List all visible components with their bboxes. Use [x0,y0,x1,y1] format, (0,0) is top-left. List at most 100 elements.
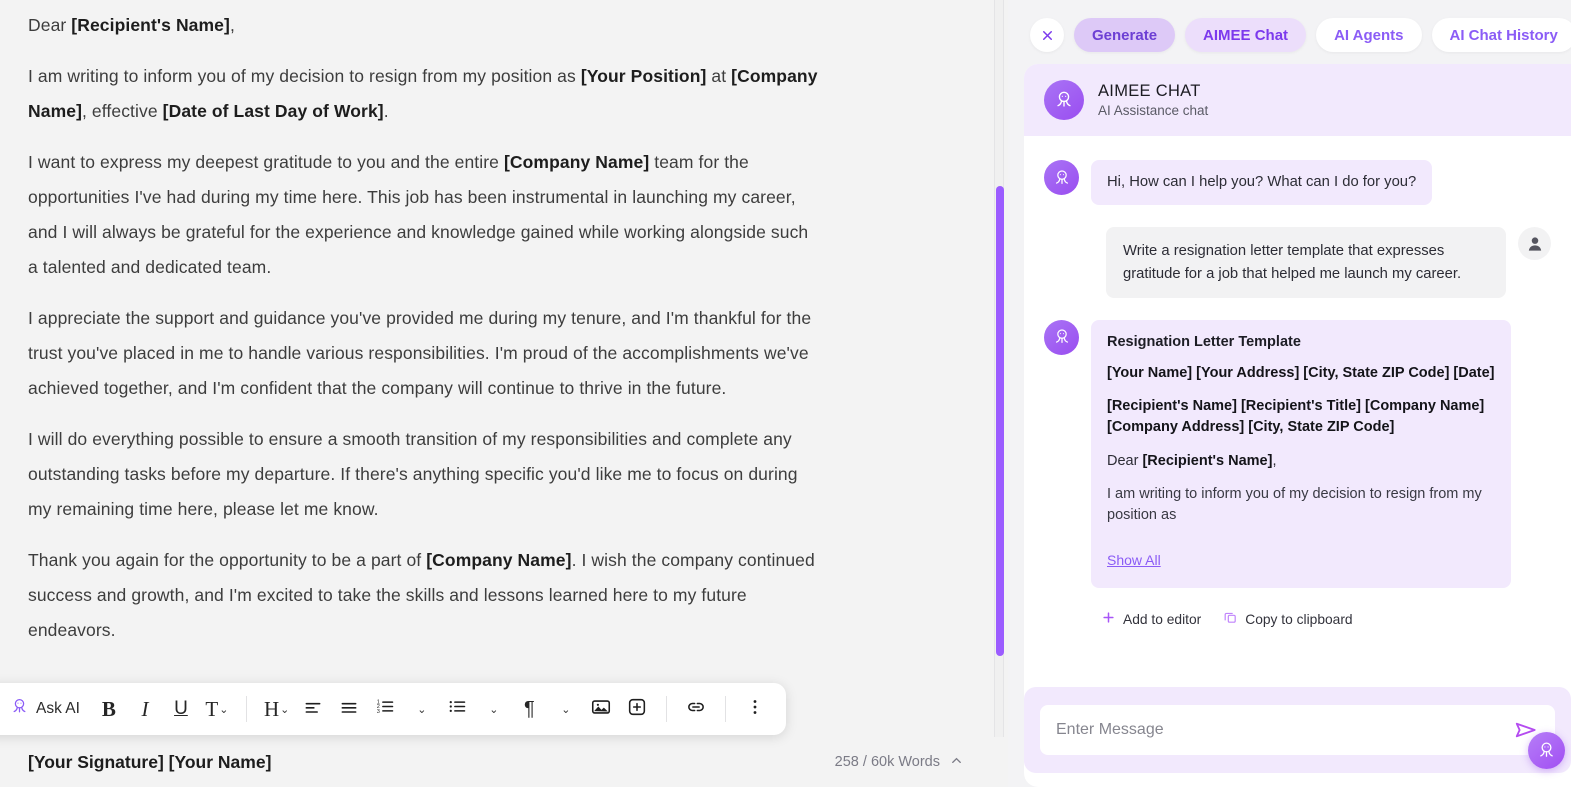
octopus-icon [1055,169,1068,184]
document-editor-pane: Dear [Recipient's Name], I am writing to … [0,0,1008,787]
ordered-list-button[interactable]: 1 2 3 [368,690,402,728]
chat-tab-aimee-chat[interactable]: AIMEE Chat [1185,18,1307,52]
chat-subtitle: AI Assistance chat [1098,103,1209,118]
underline-label: U [174,698,188,719]
document-paragraph: I will do everything possible to ensure … [28,429,798,519]
italic-label: I [141,696,149,721]
answer-line: Dear [Recipient's Name], [1107,452,1277,469]
answer-line: [Your Name] [Your Address] [City, State … [1107,364,1495,381]
plus-icon [1101,610,1116,628]
document-paragraph: I want to express my deepest gratitude t… [28,152,809,277]
add-to-editor-button[interactable]: Add to editor [1101,610,1201,628]
answer-title: Resignation Letter Template [1107,333,1301,350]
chevron-down-icon: ⌄ [280,703,290,716]
answer-line: [Recipient's Name] [Recipient's Title] [… [1107,398,1485,435]
chat-body: AIMEE CHAT AI Assistance chat Hi, How ca… [1024,64,1571,787]
bullet-list-options-button[interactable]: ⌄ [476,690,510,728]
document-footer: [Your Signature] [Your Name] 258 / 60k W… [0,737,1008,787]
document-signature: [Your Signature] [Your Name] [28,751,272,772]
paragraph-options-button[interactable]: ⌄ [548,690,582,728]
kebab-menu-icon [745,697,765,722]
answer-body: [Your Name] [Your Address] [City, State … [1107,363,1495,525]
message-input[interactable] [1056,721,1513,739]
chat-tab-ai-agents[interactable]: AI Agents [1316,18,1422,52]
chat-message-bot: Hi, How can I help you? What can I do fo… [1044,160,1551,206]
octopus-icon [1540,742,1553,757]
aimee-avatar [1044,319,1079,355]
heading-button[interactable]: H ⌄ [259,690,294,728]
bot-greeting-text: Hi, How can I help you? What can I do fo… [1091,160,1433,206]
aimee-chat-pane: Generate AIMEE Chat AI Agents AI Chat Histo… [1008,0,1571,787]
answer-bubble: Resignation Letter Template [Your Name] … [1091,319,1511,589]
underline-button[interactable]: U [164,690,198,728]
document-paragraph: Dear [Recipient's Name], [28,15,235,35]
pilcrow-icon: ¶ [523,697,535,720]
close-icon [1042,30,1052,40]
chevron-down-icon: ⌄ [219,703,229,716]
bold-label: B [101,696,116,721]
ask-ai-icon [10,697,29,721]
bullet-list-button[interactable] [440,690,474,728]
chat-message-list: Hi, How can I help you? What can I do fo… [1024,136,1571,687]
close-panel-button[interactable] [1030,18,1064,52]
user-avatar [1518,227,1551,261]
copy-to-clipboard-label: Copy to clipboard [1245,611,1353,627]
insert-link-button[interactable] [679,690,713,728]
ordered-list-options-button[interactable]: ⌄ [404,690,438,728]
plus-box-icon [626,696,648,723]
chat-composer[interactable] [1040,705,1555,755]
chat-header: AIMEE CHAT AI Assistance chat [1024,64,1571,136]
chat-tab-generate[interactable]: Generate [1074,18,1176,52]
show-all-link[interactable]: Show All [1107,552,1161,568]
add-to-editor-label: Add to editor [1123,611,1202,627]
document-paragraph: Thank you again for the opportunity to b… [28,550,815,640]
bold-button[interactable]: B [92,690,126,728]
text-style-label: T [205,696,219,721]
chevron-down-icon: ⌄ [489,703,499,716]
chat-tab-bar: Generate AIMEE Chat AI Agents AI Chat Histo… [1008,0,1571,64]
aimee-avatar [1044,160,1079,195]
heading-label: H [263,696,280,721]
ask-ai-label: Ask AI [36,700,80,717]
more-options-button[interactable] [738,690,772,728]
user-message-text: Write a resignation letter template that… [1106,227,1506,298]
app-root: Dear [Recipient's Name], I am writing to … [0,0,1571,787]
octopus-icon [1055,329,1068,344]
insert-element-button[interactable] [620,690,654,728]
aimee-floating-button[interactable] [1528,732,1565,769]
editor-toolbar: Ask AI B I U T ⌄ H ⌄ 1 2 3 ⌄ ⌄ ¶ ⌄ [0,683,787,735]
copy-to-clipboard-button[interactable]: Copy to clipboard [1223,610,1353,628]
chat-message-answer: Resignation Letter Template [Your Name] … [1044,319,1551,589]
octopus-icon [1057,91,1071,107]
answer-actions: Add to editor Copy to clipboard [1101,610,1551,628]
align-justify-button[interactable] [332,690,366,728]
chat-message-user: Write a resignation letter template that… [1044,227,1551,298]
document-scrollbar-thumb[interactable] [996,186,1004,656]
copy-icon [1223,610,1238,628]
chat-tab-ai-chat-history[interactable]: AI Chat History [1431,18,1571,52]
document-canvas[interactable]: Dear [Recipient's Name], I am writing to … [0,0,1008,787]
align-left-button[interactable] [296,690,330,728]
svg-text:3: 3 [377,709,380,715]
document-scrollbar[interactable] [994,0,1004,787]
word-count-label: 258 / 60k Words [834,754,940,770]
chat-composer-wrap [1024,687,1571,773]
italic-button[interactable]: I [128,690,162,728]
toolbar-divider [666,696,668,722]
image-icon [590,696,612,723]
ask-ai-button[interactable]: Ask AI [6,690,90,728]
word-count-toggle[interactable]: 258 / 60k Words [835,753,964,772]
toolbar-divider [725,696,727,722]
chevron-up-icon [949,753,964,772]
align-justify-icon [339,697,359,722]
answer-line: I am writing to inform you of my decisio… [1107,486,1482,523]
chevron-down-icon: ⌄ [417,703,427,716]
person-icon [1528,237,1541,251]
text-style-button[interactable]: T ⌄ [200,690,234,728]
chat-title: AIMEE CHAT [1098,82,1201,100]
insert-image-button[interactable] [584,690,618,728]
align-left-icon [303,697,323,722]
link-icon [685,696,707,723]
paragraph-button[interactable]: ¶ [512,690,546,728]
document-paragraph: I am writing to inform you of my decisio… [28,66,818,121]
